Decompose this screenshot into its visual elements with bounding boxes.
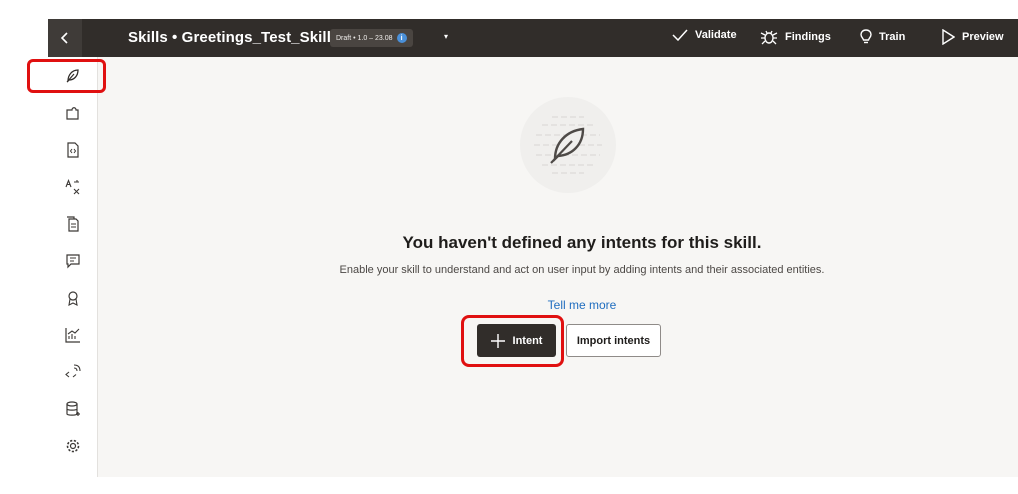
sidebar-item-datasets[interactable] <box>48 395 98 423</box>
empty-state-illustration <box>520 97 616 193</box>
preview-label: Preview <box>962 31 1004 43</box>
documents-icon <box>67 216 79 232</box>
sidebar-item-quality[interactable] <box>48 284 98 312</box>
sidebar-item-insights[interactable] <box>48 321 98 349</box>
top-bar: Skills • Greetings_Test_Skill Draft • 1.… <box>48 19 1018 57</box>
sidebar-item-entities[interactable] <box>48 99 98 127</box>
chart-icon <box>65 328 80 343</box>
intent-button-highlight <box>461 315 564 367</box>
lightbulb-icon <box>860 29 872 44</box>
validate-button[interactable]: Validate <box>672 29 737 41</box>
check-icon <box>672 29 688 41</box>
preview-button[interactable]: Preview <box>941 29 1004 45</box>
sidebar-item-resource-bundles[interactable] <box>48 173 98 201</box>
gear-icon <box>66 439 80 453</box>
active-item-highlight <box>27 59 106 93</box>
sidebar-item-conversation[interactable] <box>48 247 98 275</box>
sidebar-item-components[interactable] <box>48 136 98 164</box>
sidebar <box>27 57 106 477</box>
empty-state-description: Enable your skill to understand and act … <box>339 264 825 276</box>
code-file-icon <box>67 142 79 158</box>
validate-label: Validate <box>695 29 737 41</box>
caret-down-icon[interactable]: ▾ <box>444 32 448 41</box>
empty-state-heading: You haven't defined any intents for this… <box>402 233 762 252</box>
bug-icon <box>760 30 778 45</box>
version-badge[interactable]: Draft • 1.0 – 23.08 i <box>330 29 413 47</box>
sidebar-item-settings[interactable] <box>48 432 98 460</box>
back-button[interactable] <box>48 19 82 57</box>
info-icon[interactable]: i <box>396 33 407 43</box>
translate-icon <box>65 179 80 195</box>
play-icon <box>942 29 955 45</box>
badge-icon <box>68 291 78 306</box>
train-button[interactable]: Train <box>860 29 905 45</box>
sidebar-item-flows[interactable] <box>48 358 98 386</box>
puzzle-icon <box>66 107 79 120</box>
findings-button[interactable]: Findings <box>760 29 831 45</box>
skill-title: Skills • Greetings_Test_Skill <box>128 29 331 46</box>
version-label: Draft • 1.0 – 23.08 <box>336 34 393 42</box>
database-icon <box>66 401 80 416</box>
chat-icon <box>66 254 80 269</box>
import-intents-button[interactable]: Import intents <box>566 324 661 357</box>
flow-icon <box>65 364 81 378</box>
sidebar-item-documents[interactable] <box>48 210 98 238</box>
tell-me-more-link[interactable]: Tell me more <box>146 298 1018 312</box>
train-label: Train <box>879 31 906 43</box>
findings-label: Findings <box>785 31 831 43</box>
chevron-left-icon <box>60 32 68 44</box>
skill-editor: Skills • Greetings_Test_Skill Draft • 1.… <box>27 19 1018 477</box>
